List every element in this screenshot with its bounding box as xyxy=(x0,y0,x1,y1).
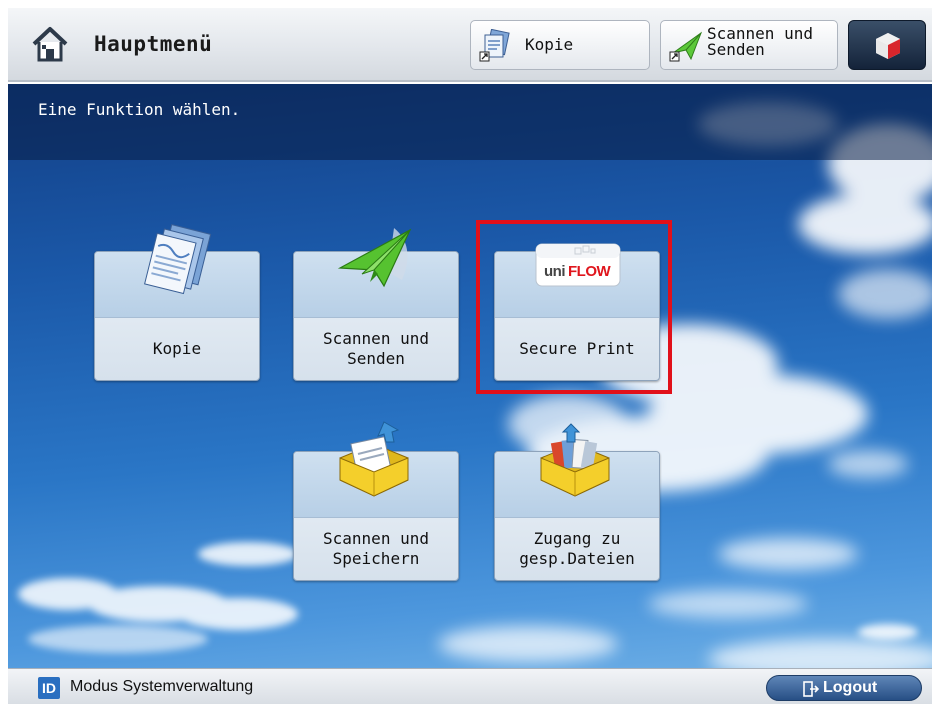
scan-store-tile[interactable]: Scannen und Speichern xyxy=(293,421,459,581)
selection-highlight xyxy=(476,220,672,394)
settings-cube-icon xyxy=(876,33,900,59)
instruction-band: Eine Funktion wählen. xyxy=(8,84,932,160)
scan-send-shortcut-label: Scannen und Senden xyxy=(707,24,813,59)
admin-mode-text: Modus Systemverwaltung xyxy=(70,678,254,695)
home-icon[interactable] xyxy=(30,24,70,64)
scan-store-tile-label: Scannen und Speichern xyxy=(323,529,429,568)
scan-send-shortcut-icon xyxy=(669,31,703,62)
logout-button[interactable]: Logout xyxy=(766,675,922,701)
copy-tile-label: Kopie xyxy=(152,339,202,358)
footer-bar: ID Modus Systemverwaltung Logout xyxy=(8,668,932,704)
logout-label: Logout xyxy=(823,679,878,696)
header-bar: Hauptmenü Kopie Scannen und Senden xyxy=(8,8,932,82)
page-title: Hauptmenü xyxy=(94,32,213,56)
copy-tile[interactable]: Kopie xyxy=(94,224,260,381)
id-badge-icon: ID xyxy=(38,677,60,699)
main-menu-screen: Hauptmenü Kopie Scannen und Senden Eine … xyxy=(8,8,932,704)
folder-access-icon xyxy=(540,423,610,497)
logout-icon xyxy=(803,681,819,697)
settings-button[interactable] xyxy=(848,20,926,70)
scan-send-tile-label: Scannen und Senden xyxy=(323,329,429,368)
scan-send-tile[interactable]: Scannen und Senden xyxy=(293,228,459,381)
copy-shortcut-label: Kopie xyxy=(525,35,574,54)
paper-plane-icon xyxy=(337,228,412,288)
access-files-tile[interactable]: Zugang zu gesp.Dateien xyxy=(494,423,660,581)
copy-shortcut-button[interactable]: Kopie xyxy=(470,20,650,70)
instruction-text: Eine Funktion wählen. xyxy=(38,100,241,119)
copy-shortcut-icon xyxy=(479,29,510,62)
folder-save-icon xyxy=(339,421,409,497)
copy-documents-icon xyxy=(144,224,212,295)
access-files-tile-label: Zugang zu gesp.Dateien xyxy=(519,529,635,568)
scan-send-shortcut-button[interactable]: Scannen und Senden xyxy=(660,20,838,70)
